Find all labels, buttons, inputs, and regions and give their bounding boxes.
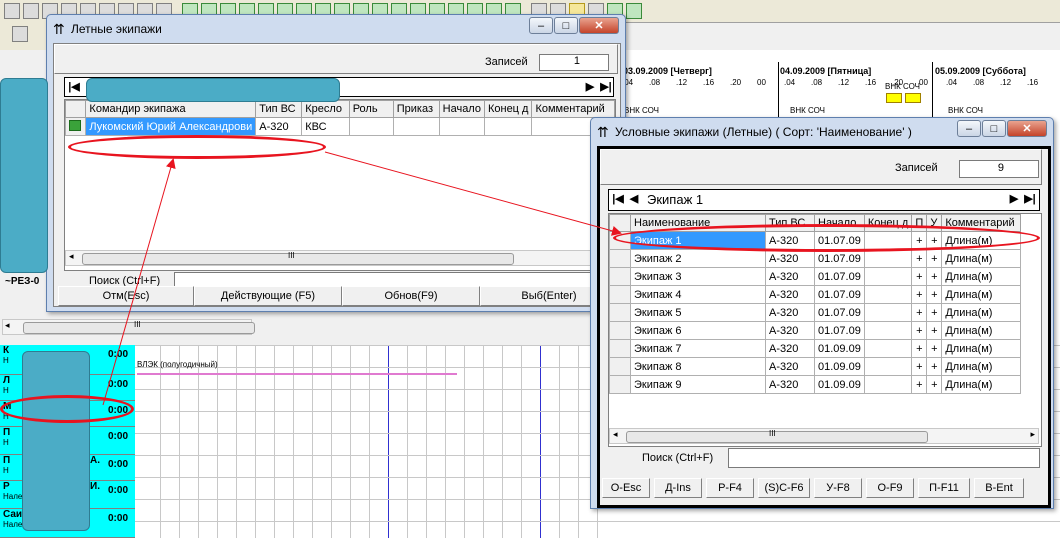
arrow-line — [102, 158, 176, 406]
annotation-arrows — [102, 151, 622, 406]
arrow-line — [324, 151, 622, 236]
